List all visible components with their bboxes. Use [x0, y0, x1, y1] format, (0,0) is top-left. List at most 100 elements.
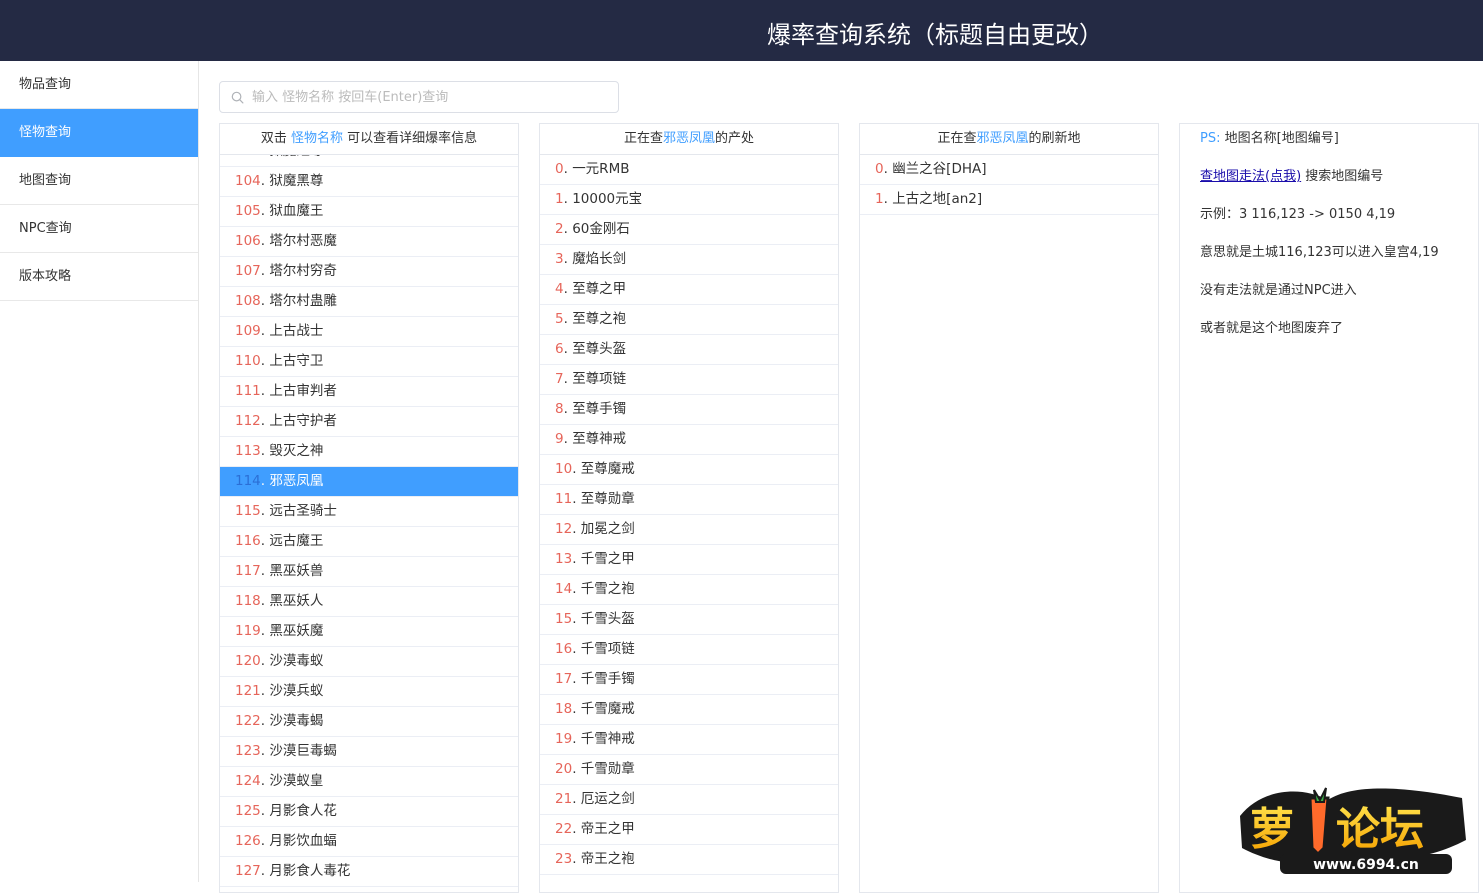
item-name: 至尊头盔	[572, 341, 627, 357]
sidebar-item-npc-query[interactable]: NPC查询	[0, 205, 198, 253]
svg-text:萝: 萝	[1250, 804, 1294, 855]
item-name: 千雪手镯	[580, 671, 635, 687]
item-name: 黑巫妖魔	[269, 623, 324, 639]
item-number: 109	[235, 323, 261, 339]
item-name: 至尊魔戒	[580, 461, 635, 477]
list-item[interactable]: 105. 狱血魔王	[220, 197, 518, 227]
list-item[interactable]: 9. 至尊神戒	[540, 425, 838, 455]
list-item[interactable]: 103. 狱魔红尊	[220, 155, 518, 167]
list-item[interactable]: 13. 千雪之甲	[540, 545, 838, 575]
list-item[interactable]: 121. 沙漠兵蚁	[220, 677, 518, 707]
list-item[interactable]: 111. 上古审判者	[220, 377, 518, 407]
list-item[interactable]: 122. 沙漠毒蝎	[220, 707, 518, 737]
list-item[interactable]: 12. 加冕之剑	[540, 515, 838, 545]
item-name: 月影食人花	[269, 803, 337, 819]
list-item[interactable]: 17. 千雪手镯	[540, 665, 838, 695]
list-item[interactable]: 2. 60金刚石	[540, 215, 838, 245]
list-item[interactable]: 123. 沙漠巨毒蝎	[220, 737, 518, 767]
spawn-list-viewport[interactable]: 0. 幽兰之谷[DHA] 1. 上古之地[an2]	[860, 155, 1158, 892]
list-item[interactable]: 126. 月影饮血蝠	[220, 827, 518, 857]
list-item[interactable]: 15. 千雪头盔	[540, 605, 838, 635]
list-item[interactable]: 124. 沙漠蚁皇	[220, 767, 518, 797]
item-name: 沙漠兵蚁	[269, 683, 324, 699]
sidebar-item-monster-query[interactable]: 怪物查询	[0, 109, 198, 157]
sidebar-item-item-query[interactable]: 物品查询	[0, 61, 198, 109]
drops-list-viewport[interactable]: 0. 一元RMB 1. 10000元宝 2. 60金刚石 3. 魔焰长剑 4. 至尊之甲…	[540, 155, 838, 892]
item-name: 塔尔村恶魔	[269, 233, 337, 249]
list-item[interactable]: 0. 一元RMB	[540, 155, 838, 185]
item-number: 124	[235, 773, 261, 789]
list-item[interactable]: 7. 至尊项链	[540, 365, 838, 395]
list-item[interactable]: 110. 上古守卫	[220, 347, 518, 377]
list-item[interactable]: 127. 月影食人毒花	[220, 857, 518, 887]
item-separator: .	[572, 851, 581, 867]
list-item[interactable]: 118. 黑巫妖人	[220, 587, 518, 617]
sidebar-item-map-query[interactable]: 地图查询	[0, 157, 198, 205]
list-item[interactable]: 120. 沙漠毒蚁	[220, 647, 518, 677]
app-header: 爆率查询系统（标题自由更改）	[0, 0, 1483, 61]
sidebar-item-guide[interactable]: 版本攻略	[0, 253, 198, 301]
search-input[interactable]	[252, 83, 612, 111]
list-item[interactable]: 125. 月影食人花	[220, 797, 518, 827]
list-item[interactable]: 10. 至尊魔戒	[540, 455, 838, 485]
list-item[interactable]: 16. 千雪项链	[540, 635, 838, 665]
header-suffix: 可以查看详细爆率信息	[343, 131, 478, 146]
item-name: 狱血魔王	[269, 203, 324, 219]
item-number: 111	[235, 383, 261, 399]
list-item[interactable]: 6. 至尊头盔	[540, 335, 838, 365]
list-item[interactable]: 112. 上古守护者	[220, 407, 518, 437]
list-item[interactable]: 8. 至尊手镯	[540, 395, 838, 425]
item-number: 123	[235, 743, 261, 759]
list-item[interactable]: 11. 至尊勋章	[540, 485, 838, 515]
item-name: 幽兰之谷[DHA]	[892, 161, 987, 177]
list-item[interactable]: 114. 邪恶凤凰	[220, 467, 518, 497]
list-item[interactable]: 21. 厄运之剑	[540, 785, 838, 815]
item-number: 108	[235, 293, 261, 309]
map-route-link[interactable]: 查地图走法(点我)	[1200, 169, 1301, 184]
item-name: 至尊手镯	[572, 401, 627, 417]
list-item[interactable]: 117. 黑巫妖兽	[220, 557, 518, 587]
list-item[interactable]: 107. 塔尔村穷奇	[220, 257, 518, 287]
list-item[interactable]: 115. 远古圣骑士	[220, 497, 518, 527]
item-separator: .	[572, 581, 581, 597]
list-item[interactable]: 104. 狱魔黑尊	[220, 167, 518, 197]
item-number: 22	[555, 821, 573, 837]
item-number: 14	[555, 581, 573, 597]
item-number: 1	[555, 191, 564, 207]
monster-list-viewport[interactable]: 103. 狱魔红尊104. 狱魔黑尊105. 狱血魔王106. 塔尔村恶魔107…	[220, 155, 518, 892]
list-item[interactable]: 14. 千雪之袍	[540, 575, 838, 605]
item-name: 一元RMB	[572, 161, 630, 177]
item-number: 12	[555, 521, 573, 537]
list-item[interactable]: 23. 帝王之袍	[540, 845, 838, 875]
list-item[interactable]: 18. 千雪魔戒	[540, 695, 838, 725]
list-item[interactable]: 113. 毁灭之神	[220, 437, 518, 467]
list-item[interactable]: 5. 至尊之袍	[540, 305, 838, 335]
list-item[interactable]: 119. 黑巫妖魔	[220, 617, 518, 647]
list-item[interactable]: 20. 千雪勋章	[540, 755, 838, 785]
list-item[interactable]: 1. 上古之地[an2]	[860, 185, 1158, 215]
item-number: 10	[555, 461, 573, 477]
item-name: 月影食人毒花	[269, 863, 351, 879]
item-number: 23	[555, 851, 573, 867]
item-name: 沙漠毒蚁	[269, 653, 324, 669]
list-item[interactable]: 116. 远古魔王	[220, 527, 518, 557]
search-icon	[231, 91, 244, 104]
item-name: 黑巫妖人	[269, 593, 324, 609]
item-separator: .	[572, 671, 581, 687]
list-item[interactable]: 108. 塔尔村蛊雕	[220, 287, 518, 317]
item-name: 邪恶凤凰	[269, 473, 324, 489]
list-item[interactable]: 3. 魔焰长剑	[540, 245, 838, 275]
item-separator: .	[563, 251, 573, 267]
item-number: 16	[555, 641, 573, 657]
list-item[interactable]: 19. 千雪神戒	[540, 725, 838, 755]
item-separator: .	[572, 611, 581, 627]
list-item[interactable]: 109. 上古战士	[220, 317, 518, 347]
item-number: 2	[555, 221, 564, 237]
item-number: 110	[235, 353, 261, 369]
header-prefix: 正在查	[937, 131, 977, 146]
list-item[interactable]: 4. 至尊之甲	[540, 275, 838, 305]
list-item[interactable]: 22. 帝王之甲	[540, 815, 838, 845]
list-item[interactable]: 106. 塔尔村恶魔	[220, 227, 518, 257]
list-item[interactable]: 0. 幽兰之谷[DHA]	[860, 155, 1158, 185]
list-item[interactable]: 1. 10000元宝	[540, 185, 838, 215]
